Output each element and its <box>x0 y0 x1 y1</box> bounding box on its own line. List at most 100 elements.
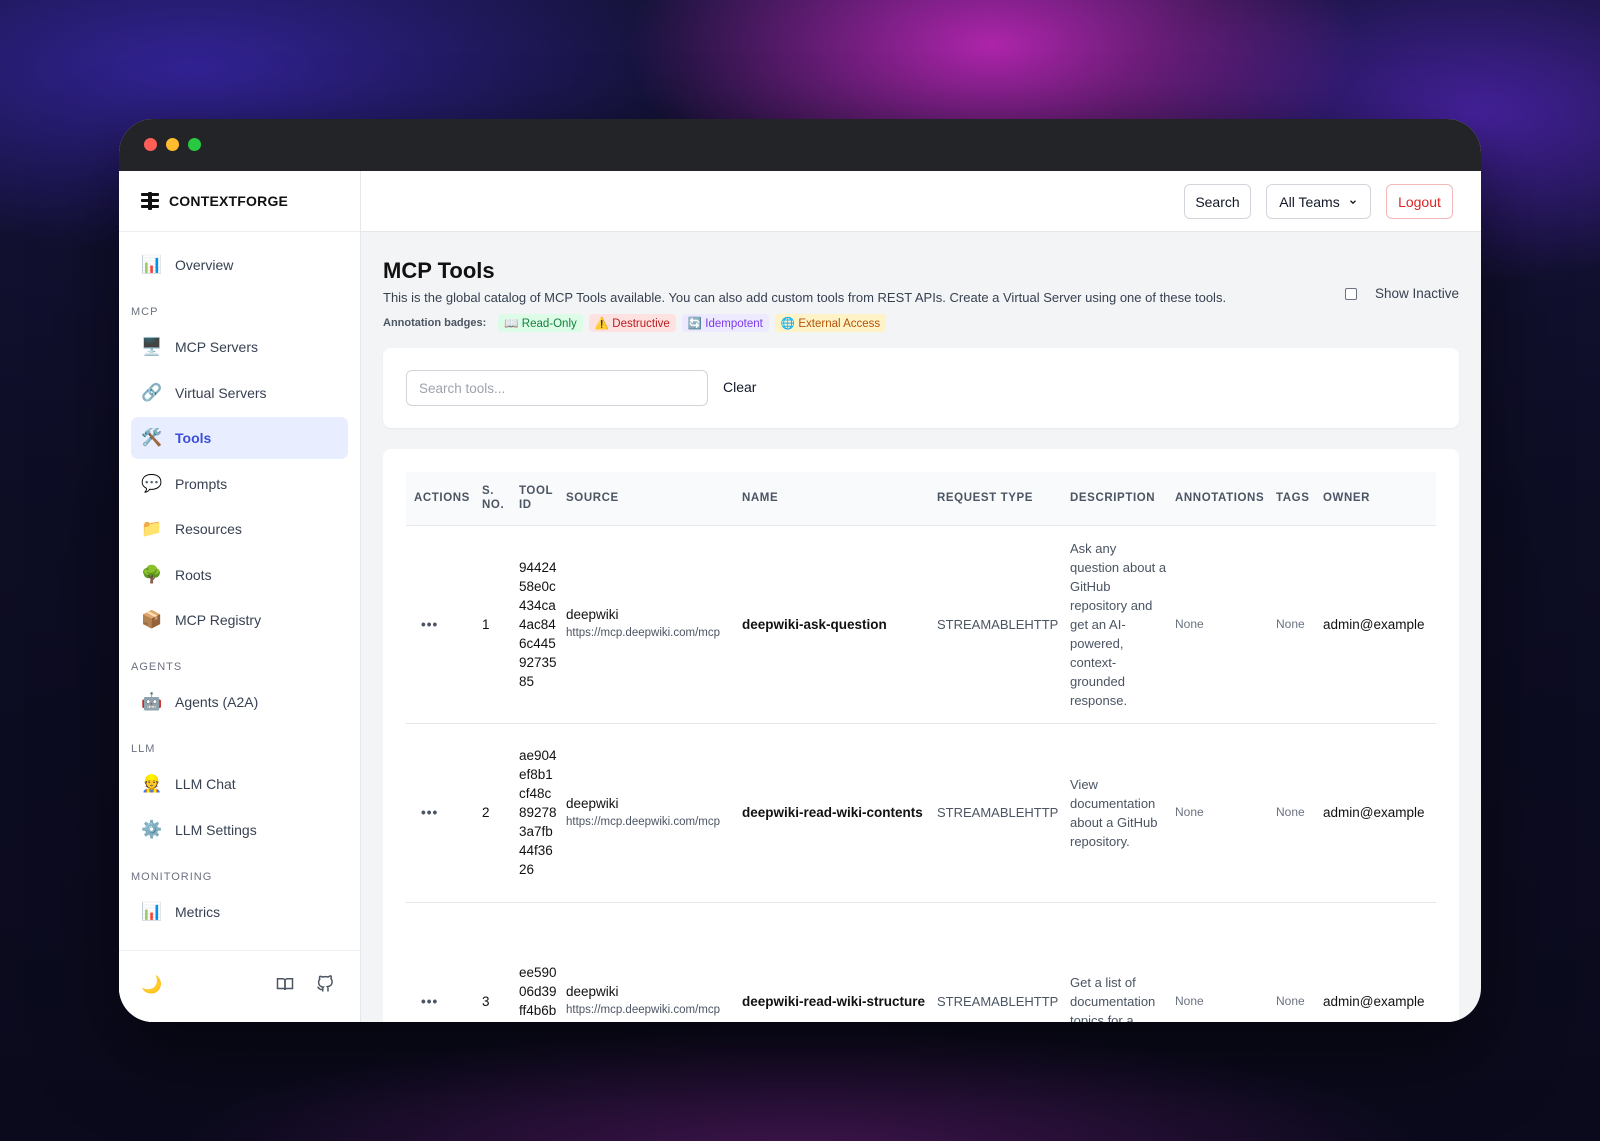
row-description: Ask any question about a GitHub reposito… <box>1062 525 1167 724</box>
row-owner: admin@example <box>1315 525 1436 724</box>
show-inactive-label: Show Inactive <box>1374 286 1459 301</box>
chevron-down-icon <box>1348 194 1358 210</box>
sidebar-item-tools[interactable]: 🛠️ Tools <box>131 417 348 459</box>
sidebar-footer: 🌙 <box>119 950 360 1022</box>
row-tool-id: ee59006d39ff4b6bb6a <box>511 902 558 1022</box>
package-icon: 📦 <box>141 610 163 629</box>
row-actions-menu[interactable]: ••• <box>406 723 474 903</box>
sidebar-item-label: MCP Registry <box>175 612 262 628</box>
row-tags: None <box>1268 902 1315 1022</box>
nav-section-llm: LLM <box>131 743 156 755</box>
sidebar-item-metrics[interactable]: 📊 Metrics <box>131 891 348 933</box>
row-actions-menu[interactable]: ••• <box>406 902 474 1022</box>
tools-table-card: ACTIONS S. NO. TOOL ID SOURCE NAME REQUE… <box>383 449 1459 1022</box>
book-icon[interactable] <box>276 975 294 998</box>
speech-bubble-icon: 💬 <box>141 473 163 493</box>
row-name[interactable]: deepwiki-read-wiki-structure <box>734 902 929 1022</box>
col-owner: OWNER <box>1315 472 1436 526</box>
row-name[interactable]: deepwiki-read-wiki-contents <box>734 723 929 903</box>
app-window: CONTEXTFORGE 📊 Overview MCP 🖥️ MCP Serve… <box>119 119 1481 1022</box>
brand-name: CONTEXTFORGE <box>169 193 289 209</box>
sidebar-item-prompts[interactable]: 💬 Prompts <box>131 463 348 505</box>
sidebar-item-agents[interactable]: 🤖 Agents (A2A) <box>131 681 348 723</box>
brand[interactable]: CONTEXTFORGE <box>119 171 360 232</box>
sidebar-nav: 📊 Overview MCP 🖥️ MCP Servers 🔗 Virtual … <box>119 232 360 952</box>
row-sno: 1 <box>474 525 511 724</box>
close-window-button[interactable] <box>144 138 157 151</box>
row-owner: admin@example <box>1315 723 1436 903</box>
minimize-window-button[interactable] <box>166 138 179 151</box>
annotation-badges: Annotation badges: 📖 Read-Only ⚠️ Destru… <box>383 314 887 332</box>
app-root: CONTEXTFORGE 📊 Overview MCP 🖥️ MCP Serve… <box>119 171 1481 1022</box>
sidebar-item-llm-chat[interactable]: 👷 LLM Chat <box>131 763 348 805</box>
team-selector[interactable]: All Teams <box>1266 184 1371 219</box>
table-header-row: ACTIONS S. NO. TOOL ID SOURCE NAME REQUE… <box>406 472 1436 526</box>
row-description: Get a list of documentation topics for a <box>1062 902 1167 1022</box>
source-url: https://mcp.deepwiki.com/mcp <box>566 1004 721 1016</box>
moon-icon[interactable]: 🌙 <box>141 975 162 995</box>
show-inactive-toggle[interactable]: Show Inactive <box>1344 286 1459 301</box>
nav-section-monitoring: MONITORING <box>131 870 213 883</box>
row-tags: None <box>1268 525 1315 724</box>
sidebar-item-roots[interactable]: 🌳 Roots <box>131 554 348 596</box>
col-actions: ACTIONS <box>406 472 474 526</box>
table-row: ••• 2 ae904ef8b1cf48c892783a7fb44f3626 d… <box>406 723 1436 903</box>
source-url: https://mcp.deepwiki.com/mcp <box>566 815 721 828</box>
col-source: SOURCE <box>558 472 734 526</box>
sidebar-item-label: MCP Servers <box>175 339 258 355</box>
sidebar-item-overview[interactable]: 📊 Overview <box>131 244 348 286</box>
bar-chart-icon: 📊 <box>141 255 163 274</box>
clear-button[interactable]: Clear <box>723 379 756 395</box>
row-request-type: STREAMABLEHTTP <box>929 723 1062 903</box>
nav-section-mcp: MCP <box>131 306 159 318</box>
row-tool-id: ae904ef8b1cf48c892783a7fb44f3626 <box>511 723 558 903</box>
maximize-window-button[interactable] <box>188 138 201 151</box>
annotation-badges-label: Annotation badges: <box>383 317 487 329</box>
search-tools-input[interactable] <box>406 370 708 406</box>
row-source: deepwiki https://mcp.deepwiki.com/mcp <box>558 902 734 1022</box>
logout-button[interactable]: Logout <box>1386 184 1453 219</box>
sidebar-item-label: Metrics <box>175 903 221 920</box>
row-request-type: STREAMABLEHTTP <box>929 525 1062 724</box>
monitor-icon: 🖥️ <box>141 337 163 356</box>
source-name: deepwiki <box>566 607 619 622</box>
table-row: ••• 1 9442458e0c434ca4ac846c4459273585 d… <box>406 525 1436 724</box>
gear-icon: ⚙️ <box>141 819 163 839</box>
source-name: deepwiki <box>566 795 619 811</box>
tools-table: ACTIONS S. NO. TOOL ID SOURCE NAME REQUE… <box>406 472 1436 1022</box>
row-request-type: STREAMABLEHTTP <box>929 902 1062 1022</box>
sidebar-item-label: Resources <box>175 521 242 537</box>
sidebar: CONTEXTFORGE 📊 Overview MCP 🖥️ MCP Serve… <box>119 171 361 1022</box>
row-name[interactable]: deepwiki-ask-question <box>734 525 929 724</box>
search-card: Clear <box>383 348 1459 428</box>
contextforge-logo-icon <box>139 190 161 212</box>
row-actions-menu[interactable]: ••• <box>406 525 474 724</box>
col-name: NAME <box>734 472 929 526</box>
main-content: MCP Tools This is the global catalog of … <box>361 232 1481 1022</box>
bar-chart-icon: 📊 <box>141 901 163 921</box>
sidebar-item-label: Overview <box>175 257 234 273</box>
sidebar-item-label: Roots <box>175 566 212 583</box>
row-owner: admin@example <box>1315 902 1436 1022</box>
search-button[interactable]: Search <box>1184 184 1251 219</box>
robot-icon: 🤖 <box>141 692 163 711</box>
row-annotations: None <box>1167 902 1268 1022</box>
sidebar-item-mcp-registry[interactable]: 📦 MCP Registry <box>131 599 348 641</box>
table-row: ••• 3 ee59006d39ff4b6bb6a deepwiki https… <box>406 902 1436 1022</box>
github-icon[interactable] <box>316 975 334 998</box>
sidebar-item-mcp-servers[interactable]: 🖥️ MCP Servers <box>131 326 348 368</box>
source-name: deepwiki <box>566 984 619 999</box>
show-inactive-checkbox[interactable] <box>1344 287 1357 300</box>
sidebar-item-label: Tools <box>175 430 212 446</box>
col-annotations: ANNOTATIONS <box>1167 472 1268 526</box>
row-source: deepwiki https://mcp.deepwiki.com/mcp <box>558 525 734 724</box>
row-sno: 2 <box>474 723 511 903</box>
page-description: This is the global catalog of MCP Tools … <box>383 290 1227 305</box>
badge-idempotent: 🔄 Idempotent <box>681 314 769 332</box>
top-bar: Search All Teams Logout <box>361 171 1481 232</box>
sidebar-item-virtual-servers[interactable]: 🔗 Virtual Servers <box>131 372 348 414</box>
tree-icon: 🌳 <box>141 564 163 584</box>
sidebar-item-resources[interactable]: 📁 Resources <box>131 508 348 550</box>
sidebar-item-llm-settings[interactable]: ⚙️ LLM Settings <box>131 809 348 851</box>
col-tags: TAGS <box>1268 472 1315 526</box>
